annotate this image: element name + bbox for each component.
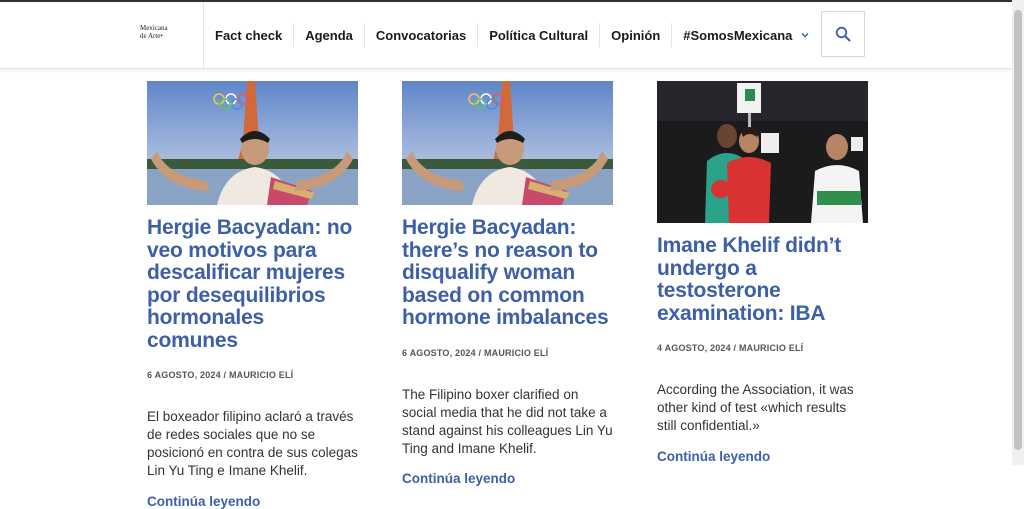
article-excerpt: According the Association, it was other … [657, 382, 854, 433]
article-title[interactable]: Hergie Bacyadan: no veo motivos para des… [147, 216, 358, 352]
article-author[interactable]: MAURICIO ELÍ [229, 370, 293, 380]
read-more-link[interactable]: Continúa leyendo [657, 449, 868, 464]
read-more-link[interactable]: Continúa leyendo [147, 494, 358, 509]
article-date: 6 AGOSTO, 2024 [147, 370, 221, 380]
page-scrollbar[interactable] [1012, 0, 1024, 465]
article-title[interactable]: Imane Khelif didn’t undergo a testostero… [657, 234, 868, 325]
article-title[interactable]: Hergie Bacyadan: there’s no reason to di… [402, 216, 613, 330]
search-icon [835, 26, 851, 42]
meta-separator: / [733, 343, 737, 353]
logo-star-icon: • [160, 32, 163, 40]
article-excerpt: El boxeador filipino aclaró a través de … [147, 409, 358, 478]
article-excerpt: The Filipino boxer clarified on social m… [402, 386, 613, 456]
meta-separator: / [223, 370, 227, 380]
chevron-down-icon [801, 32, 809, 38]
meta-separator: / [478, 347, 482, 358]
article-date: 4 AGOSTO, 2024 [657, 343, 731, 353]
article-author[interactable]: MAURICIO ELÍ [484, 348, 548, 358]
article-photo-eiffel-tower[interactable] [402, 81, 613, 205]
nav-item-agenda[interactable]: Agenda [293, 2, 364, 68]
logo-text-line2: de Arte• [140, 32, 163, 40]
article-card: Imane Khelif didn’t undergo a testostero… [657, 81, 868, 464]
nav-item-politica-cultural[interactable]: Política Cultural [477, 2, 599, 68]
article-author[interactable]: MAURICIO ELÍ [739, 343, 803, 353]
article-photo-boxing[interactable] [657, 81, 868, 223]
nav-item-somos-mexicana[interactable]: #SomosMexicana [671, 2, 821, 68]
read-more-link[interactable]: Continúa leyendo [402, 471, 613, 486]
article-meta: 6 AGOSTO, 2024 / MAURICIO ELÍ [147, 370, 358, 380]
article-meta: 4 AGOSTO, 2024 / MAURICIO ELÍ [657, 343, 868, 353]
site-header: Mexicana de Arte• Fact check Agenda Conv… [0, 2, 1012, 69]
nav-item-fact-check[interactable]: Fact check [203, 2, 293, 68]
article-card: Hergie Bacyadan: no veo motivos para des… [147, 81, 358, 509]
search-button[interactable] [821, 11, 865, 57]
main-nav: Fact check Agenda Convocatorias Política… [203, 2, 821, 68]
logo-text-line1: Mexicana [140, 24, 168, 32]
nav-item-convocatorias[interactable]: Convocatorias [363, 2, 477, 68]
article-meta: 6 AGOSTO, 2024 / MAURICIO ELÍ [402, 348, 613, 358]
article-photo-eiffel-tower[interactable] [147, 81, 358, 205]
article-card: Hergie Bacyadan: there’s no reason to di… [402, 81, 613, 486]
scrollbar-thumb[interactable] [1014, 10, 1022, 450]
article-date: 6 AGOSTO, 2024 [402, 347, 476, 358]
nav-item-opinion[interactable]: Opinión [599, 2, 671, 68]
site-logo[interactable]: Mexicana de Arte• [140, 24, 192, 40]
